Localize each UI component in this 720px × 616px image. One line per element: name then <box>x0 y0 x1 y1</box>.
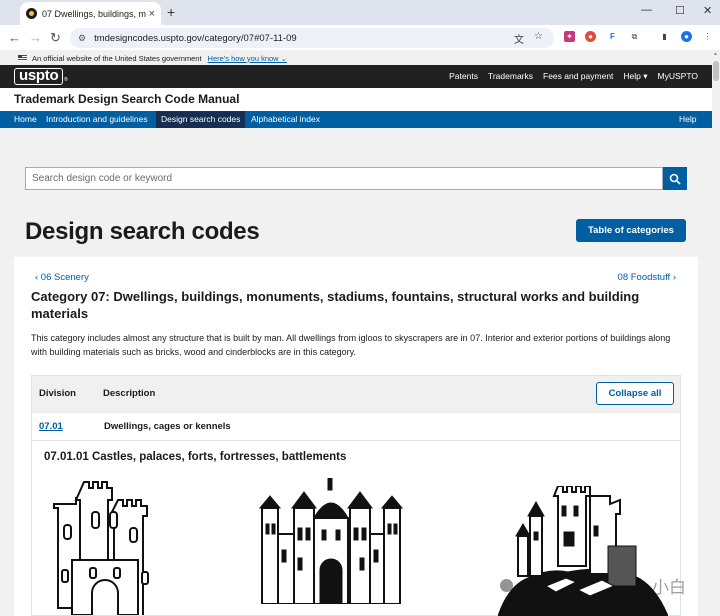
subsection-heading: 07.01.01 Castles, palaces, forts, fortre… <box>44 451 347 463</box>
nav-patents[interactable]: Patents <box>449 71 478 82</box>
puzzle-icon[interactable]: ⧉ <box>629 31 640 42</box>
watermark: 小白 <box>500 571 700 601</box>
uspto-header: uspto ® Patents Trademarks Fees and paym… <box>0 65 712 88</box>
search-input[interactable] <box>26 168 662 189</box>
castle-outline-image <box>53 481 149 615</box>
page-title: Design search codes <box>25 218 260 245</box>
uspto-logo[interactable]: uspto <box>14 68 64 85</box>
category-title: Category 07: Dwellings, buildings, monum… <box>31 289 640 321</box>
table-row[interactable]: 07.01 Dwellings, cages or kennels <box>32 413 680 441</box>
nav-fees[interactable]: Fees and payment <box>543 71 613 82</box>
sidebar-icon[interactable]: ▮ <box>659 31 670 42</box>
search-icon <box>669 173 681 185</box>
forward-button[interactable]: → <box>29 30 42 45</box>
font-extension-icon[interactable]: F <box>607 31 618 42</box>
castle-palace-image <box>258 478 404 604</box>
nav-trademarks[interactable]: Trademarks <box>488 71 533 82</box>
division-header: Division <box>39 388 76 399</box>
category-description: This category includes almost any struct… <box>31 333 671 357</box>
site-title-bar: Trademark Design Search Code Manual <box>0 88 712 111</box>
watermark-logo-icon <box>500 579 513 592</box>
chrome-extension-icon[interactable]: ● <box>585 31 596 42</box>
browser-tab[interactable]: 07 Dwellings, buildings, mon × <box>20 2 161 25</box>
tab-title: 07 Dwellings, buildings, mon <box>42 8 146 19</box>
heres-how-you-know-link[interactable]: Here's how you know ⌄ <box>208 54 287 63</box>
nav-myuspto[interactable]: MyUSPTO <box>658 71 698 82</box>
top-nav: Patents Trademarks Fees and payment Help… <box>449 71 698 82</box>
watermark-text: 小白 <box>652 578 686 597</box>
url-text: tmdesigncodes.uspto.gov/category/07#07-1… <box>94 32 297 44</box>
nav-help-right[interactable]: Help <box>674 111 701 128</box>
nav-design-search-codes[interactable]: Design search codes <box>156 111 246 128</box>
search-button[interactable] <box>663 167 687 190</box>
address-bar[interactable]: ⚙ tmdesigncodes.uspto.gov/category/07#07… <box>70 28 554 48</box>
minimize-button[interactable]: — <box>641 4 652 16</box>
page-scrollbar[interactable]: ▲ <box>712 51 720 616</box>
extension-icon[interactable]: ✦ <box>564 31 575 42</box>
reload-button[interactable]: ↻ <box>50 30 61 46</box>
gov-banner: An official website of the United States… <box>0 51 712 65</box>
site-info-icon[interactable]: ⚙ <box>78 33 86 44</box>
flag-icon <box>18 55 27 61</box>
main-nav: Home Introduction and guidelines Design … <box>0 111 712 128</box>
registered-mark: ® <box>64 77 68 83</box>
tab-close-icon[interactable]: × <box>149 8 155 20</box>
new-tab-button[interactable]: + <box>167 4 175 20</box>
scroll-up-icon[interactable]: ▲ <box>713 51 718 57</box>
nav-home[interactable]: Home <box>9 111 42 128</box>
browser-tab-bar: 07 Dwellings, buildings, mon × + — ☐ ✕ <box>0 0 720 25</box>
division-code-link[interactable]: 07.01 <box>39 421 63 432</box>
browser-toolbar: ← → ↻ ⚙ tmdesigncodes.uspto.gov/category… <box>0 25 720 50</box>
prev-category-link[interactable]: ‹ 06 Scenery <box>35 272 89 283</box>
profile-icon[interactable]: ● <box>681 31 692 42</box>
table-of-categories-button[interactable]: Table of categories <box>576 219 686 242</box>
scrollbar-thumb[interactable] <box>713 61 719 81</box>
translate-icon[interactable]: 文 <box>514 31 524 46</box>
maximize-button[interactable]: ☐ <box>675 4 685 17</box>
star-icon[interactable]: ☆ <box>534 31 543 42</box>
menu-icon[interactable]: ⋮ <box>702 31 713 42</box>
gov-banner-text: An official website of the United States… <box>32 53 202 63</box>
description-header: Description <box>103 388 156 399</box>
next-category-link[interactable]: 08 Foodstuff › <box>618 272 676 283</box>
back-button[interactable]: ← <box>8 30 21 45</box>
close-window-button[interactable]: ✕ <box>703 4 712 17</box>
nav-introduction[interactable]: Introduction and guidelines <box>41 111 153 128</box>
collapse-all-button[interactable]: Collapse all <box>596 382 674 405</box>
search-field[interactable] <box>25 167 663 190</box>
table-header: Division Description Collapse all <box>32 376 680 413</box>
uspto-favicon-icon <box>26 8 37 19</box>
nav-help[interactable]: Help ▾ <box>623 71 647 82</box>
division-description: Dwellings, cages or kennels <box>104 421 231 432</box>
site-title[interactable]: Trademark Design Search Code Manual <box>14 92 239 106</box>
nav-alphabetical-index[interactable]: Alphabetical index <box>246 111 325 128</box>
